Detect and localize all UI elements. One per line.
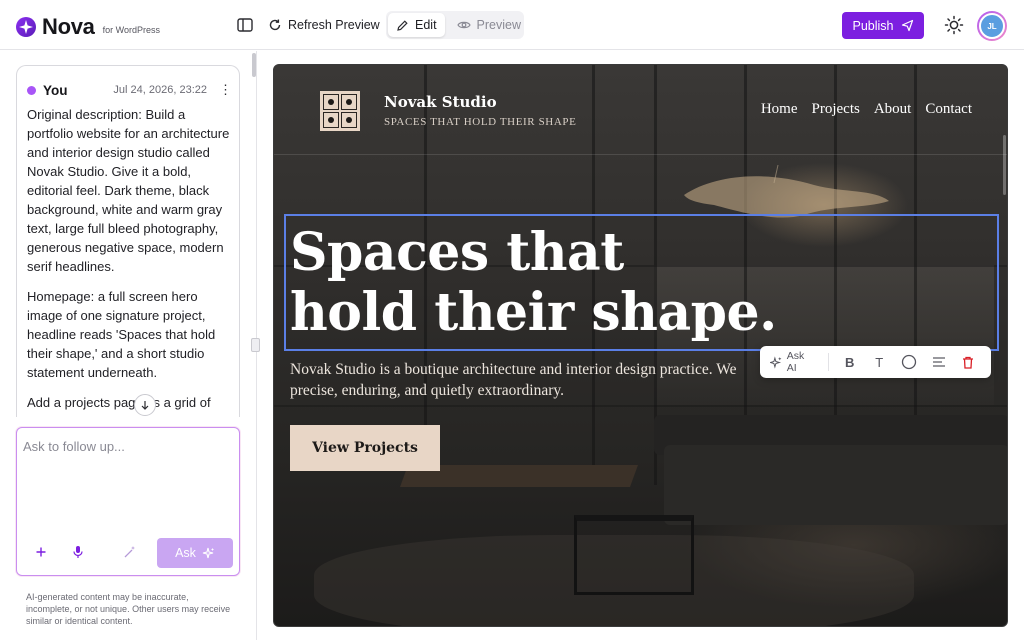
- ai-disclaimer: AI-generated content may be inaccurate, …: [26, 592, 231, 626]
- nav-contact[interactable]: Contact: [925, 101, 972, 118]
- ask-ai-label: Ask AI: [786, 350, 805, 374]
- logo-cell: [323, 94, 339, 110]
- ask-box: Ask: [16, 427, 240, 576]
- message-timestamp: Jul 24, 2026, 23:22: [113, 84, 207, 96]
- chat-message: You Jul 24, 2026, 23:22 ⋮ Original descr…: [16, 65, 240, 417]
- studio-logo-icon[interactable]: [320, 91, 360, 131]
- magic-wand-button[interactable]: [122, 544, 138, 560]
- edit-mode-button[interactable]: Edit: [388, 13, 445, 37]
- message-author: You: [43, 82, 68, 98]
- voice-input-button[interactable]: [70, 544, 86, 560]
- sparkle-icon: [202, 547, 214, 558]
- more-options-icon[interactable]: ⋮: [219, 82, 232, 98]
- publish-label: Publish: [852, 18, 894, 33]
- studio-tagline: SPACES THAT HOLD THEIR SHAPE: [384, 116, 577, 128]
- logo-cell: [341, 94, 357, 110]
- chat-scrollbar[interactable]: [252, 53, 256, 77]
- delete-icon: [963, 356, 974, 369]
- color-circle-icon: [901, 354, 917, 370]
- element-edit-toolbar: Ask AI B T: [760, 346, 991, 378]
- publish-button[interactable]: Publish: [842, 12, 924, 39]
- eye-icon: [456, 21, 471, 29]
- nav-projects[interactable]: Projects: [812, 101, 860, 118]
- plus-icon: [36, 547, 46, 557]
- message-header: You Jul 24, 2026, 23:22 ⋮: [27, 82, 232, 98]
- logo-dot: [328, 99, 334, 105]
- circle-icon[interactable]: [900, 353, 918, 371]
- sidebar-toggle-icon[interactable]: [236, 16, 254, 34]
- brand[interactable]: Nova for WordPress: [16, 14, 160, 40]
- logo-dot: [346, 117, 352, 123]
- logo-dot: [328, 117, 334, 123]
- window-transom: [274, 405, 1007, 407]
- edit-mode-label: Edit: [415, 18, 437, 32]
- toolbar-divider: [827, 353, 829, 371]
- trash-icon[interactable]: [959, 353, 977, 371]
- message-paragraph: Homepage: a full screen hero image of on…: [27, 289, 216, 380]
- brand-subtitle: for WordPress: [102, 25, 160, 35]
- sofa-shape: [664, 445, 1007, 525]
- preview-mode-label: Preview: [476, 18, 522, 32]
- avatar-initials: JL: [979, 13, 1005, 39]
- refresh-icon: [269, 19, 281, 31]
- hero-headline[interactable]: Spaces that hold their shape.: [290, 223, 777, 343]
- refresh-preview-button[interactable]: Refresh Preview: [268, 12, 380, 38]
- align-lines-icon: [932, 357, 945, 367]
- refresh-preview-label: Refresh Preview: [288, 18, 380, 32]
- studio-name: Novak Studio: [384, 93, 497, 111]
- message-paragraph: Original description: Build a portfolio …: [27, 107, 230, 274]
- text-icon[interactable]: T: [870, 353, 888, 371]
- preview-scrollbar[interactable]: [1003, 135, 1006, 195]
- logo-cell: [323, 112, 339, 128]
- chat-panel: You Jul 24, 2026, 23:22 ⋮ Original descr…: [0, 51, 257, 640]
- ask-input[interactable]: [23, 436, 233, 456]
- microphone-icon: [73, 546, 83, 558]
- top-bar: Nova for WordPress Refresh Preview Edit …: [0, 0, 1024, 50]
- message-paragraph: Add a projects page as a grid of: [27, 395, 211, 410]
- chair-shape: [574, 515, 694, 595]
- view-projects-button[interactable]: View Projects: [290, 425, 440, 471]
- site-nav: Home Projects About Contact: [761, 101, 972, 118]
- logo-cell: [341, 112, 357, 128]
- site-header: Novak Studio SPACES THAT HOLD THEIR SHAP…: [274, 65, 1007, 155]
- hero-statement-line: precise, enduring, and quietly extraordi…: [290, 382, 565, 399]
- hero-headline-line: hold their shape.: [290, 282, 777, 343]
- avatar[interactable]: JL: [977, 11, 1007, 41]
- ask-button[interactable]: Ask: [157, 538, 233, 568]
- pencil-icon: [397, 19, 408, 31]
- hero-statement[interactable]: Novak Studio is a boutique architecture …: [290, 359, 790, 401]
- scroll-down-button[interactable]: [134, 394, 156, 416]
- hero-statement-line: Novak Studio is a boutique architecture …: [290, 361, 737, 378]
- sun-icon[interactable]: [944, 15, 964, 35]
- panel-resize-handle[interactable]: [251, 338, 260, 352]
- ask-button-label: Ask: [175, 546, 196, 560]
- add-attachment-button[interactable]: [33, 544, 49, 560]
- sparkle-icon: [770, 355, 782, 369]
- brand-name: Nova: [42, 14, 95, 39]
- mode-toggle: Edit Preview: [386, 11, 524, 39]
- hero-headline-line: Spaces that: [290, 222, 624, 283]
- message-body: Original description: Build a portfolio …: [27, 105, 235, 417]
- nav-about[interactable]: About: [874, 101, 912, 118]
- send-icon: [901, 19, 913, 32]
- nova-logo-icon: [16, 17, 36, 37]
- logo-dot: [346, 99, 352, 105]
- ask-ai-button[interactable]: Ask AI: [768, 350, 822, 374]
- magic-wand-icon: [124, 546, 135, 558]
- bold-icon[interactable]: B: [841, 353, 859, 371]
- user-dot-icon: [27, 85, 36, 95]
- preview-mode-button[interactable]: Preview: [449, 13, 529, 37]
- nav-home[interactable]: Home: [761, 101, 798, 118]
- arrow-down-icon: [141, 401, 149, 410]
- align-icon[interactable]: [930, 353, 948, 371]
